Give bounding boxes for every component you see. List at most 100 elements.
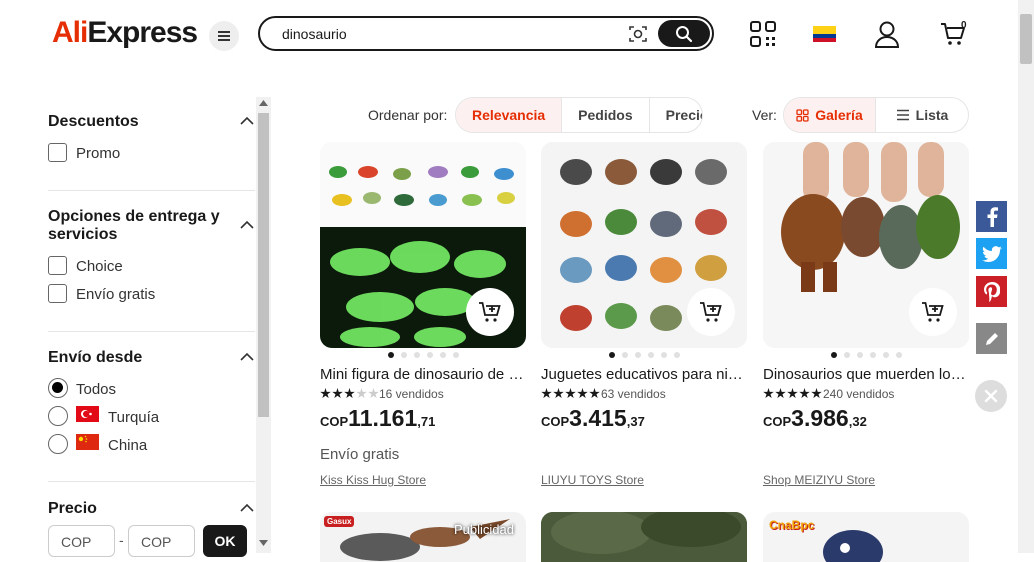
aliexpress-logo[interactable]: AliExpress <box>52 16 198 50</box>
sort-pedidos[interactable]: Pedidos <box>562 98 650 132</box>
radio-turquia[interactable] <box>48 406 68 426</box>
close-icon <box>984 389 998 403</box>
divider <box>48 481 255 482</box>
close-share-button[interactable] <box>975 380 1007 412</box>
add-to-cart-icon <box>479 302 501 322</box>
sidebar-scrollbar-thumb[interactable] <box>258 113 269 417</box>
view-galeria[interactable]: Galería <box>784 98 876 132</box>
colombia-flag-icon[interactable] <box>813 26 836 42</box>
radio-todos[interactable] <box>48 378 68 398</box>
add-to-cart-icon <box>922 302 944 322</box>
image-carousel-dots[interactable] <box>763 352 969 360</box>
divider <box>48 331 255 332</box>
edit-button[interactable] <box>976 323 1007 354</box>
china-flag-icon <box>76 434 99 450</box>
product-title[interactable]: Mini figura de dinosaurio de g... <box>320 366 526 383</box>
radio-label-china: China <box>108 437 148 454</box>
turkey-flag-icon <box>76 406 99 422</box>
search-icon <box>676 25 693 42</box>
rating-stars <box>541 388 600 400</box>
product-price: COP3.986,32 <box>763 405 867 431</box>
product-title[interactable]: Juguetes educativos para niño... <box>541 366 747 383</box>
sold-count: 240 vendidos <box>823 387 895 401</box>
product-image[interactable] <box>763 142 969 348</box>
facebook-share-button[interactable] <box>976 201 1007 232</box>
sold-count: 63 vendidos <box>601 387 666 401</box>
page-scrollbar[interactable] <box>1018 0 1034 553</box>
add-to-cart-button[interactable] <box>466 288 514 336</box>
shipping-label: Envío gratis <box>320 446 400 463</box>
add-to-cart-button[interactable] <box>687 288 735 336</box>
sold-count: 16 vendidos <box>379 387 444 401</box>
pencil-icon <box>985 332 998 345</box>
rating-stars <box>763 388 822 400</box>
twitter-share-button[interactable] <box>976 238 1007 269</box>
view-galeria-label: Galería <box>815 107 863 123</box>
view-label: Ver: <box>752 107 777 123</box>
product-price: COP3.415,37 <box>541 405 645 431</box>
menu-icon[interactable] <box>209 21 239 51</box>
scroll-down-arrow-icon[interactable] <box>259 540 268 546</box>
view-lista[interactable]: Lista <box>876 98 968 132</box>
camera-icon[interactable] <box>628 25 648 43</box>
divider <box>48 190 255 191</box>
checkbox-label-envio-gratis: Envío gratis <box>76 286 156 303</box>
image-carousel-dots[interactable] <box>541 352 747 360</box>
header: AliExpress 0 <box>0 0 1018 70</box>
scroll-up-arrow-icon[interactable] <box>259 100 268 106</box>
search-input[interactable] <box>282 25 602 43</box>
product-image[interactable] <box>541 142 747 348</box>
product-image[interactable]: Gasux Publicidad <box>320 512 526 562</box>
user-icon[interactable] <box>874 21 900 48</box>
product-image[interactable] <box>541 512 747 562</box>
ad-label: Publicidad <box>454 522 514 537</box>
store-link[interactable]: LIUYU TOYS Store <box>541 473 644 487</box>
add-to-cart-icon <box>700 302 722 322</box>
filter-title-precio: Precio <box>48 500 97 517</box>
add-to-cart-button[interactable] <box>909 288 957 336</box>
store-link[interactable]: Kiss Kiss Hug Store <box>320 473 426 487</box>
product-photo-forest <box>541 512 747 562</box>
sort-relevancia[interactable]: Relevancia <box>456 98 563 132</box>
chevron-up-icon[interactable] <box>240 352 254 362</box>
qr-code-icon[interactable] <box>750 21 776 47</box>
radio-label-turquia: Turquía <box>108 409 160 426</box>
pinterest-icon <box>983 281 1000 302</box>
radio-china[interactable] <box>48 434 68 454</box>
product-image[interactable] <box>320 142 526 348</box>
pinterest-share-button[interactable] <box>976 276 1007 307</box>
brand-badge: CnaBpc <box>769 518 815 532</box>
filter-title-entrega-line2: servicios <box>48 226 118 243</box>
product-image[interactable]: CnaBpc <box>763 512 969 562</box>
price-min-input[interactable]: COP <box>48 525 115 557</box>
sort-label: Ordenar por: <box>368 107 448 123</box>
filter-title-entrega: Opciones de entrega y <box>48 208 220 225</box>
chevron-up-icon[interactable] <box>240 220 254 230</box>
sort-precio[interactable]: Precio <box>650 98 702 132</box>
sort-options: Relevancia Pedidos Precio <box>455 97 703 133</box>
image-carousel-dots[interactable] <box>320 352 526 360</box>
product-title[interactable]: Dinosaurios que muerden los... <box>763 366 969 383</box>
checkbox-envio-gratis[interactable] <box>48 284 67 303</box>
filter-title-descuentos: Descuentos <box>48 113 139 130</box>
twitter-icon <box>981 245 1002 262</box>
price-max-input[interactable]: COP <box>128 525 195 557</box>
price-ok-button[interactable]: OK <box>203 525 247 557</box>
filter-title-envio-desde: Envío desde <box>48 349 143 366</box>
view-lista-label: Lista <box>915 107 949 123</box>
checkbox-promo[interactable] <box>48 143 67 162</box>
search-button[interactable] <box>658 20 710 47</box>
list-icon <box>896 109 909 121</box>
checkbox-choice[interactable] <box>48 256 67 275</box>
view-options: Galería Lista <box>783 97 969 133</box>
chevron-up-icon[interactable] <box>240 503 254 513</box>
rating-stars <box>320 388 379 400</box>
grid-icon <box>796 108 809 122</box>
brand-badge: Gasux <box>324 516 355 527</box>
page-scrollbar-thumb[interactable] <box>1020 14 1032 64</box>
checkbox-label-choice: Choice <box>76 258 123 275</box>
facebook-icon <box>987 206 998 227</box>
chevron-up-icon[interactable] <box>240 116 254 126</box>
cart-count: 0 <box>961 20 967 31</box>
store-link[interactable]: Shop MEIZIYU Store <box>763 473 875 487</box>
